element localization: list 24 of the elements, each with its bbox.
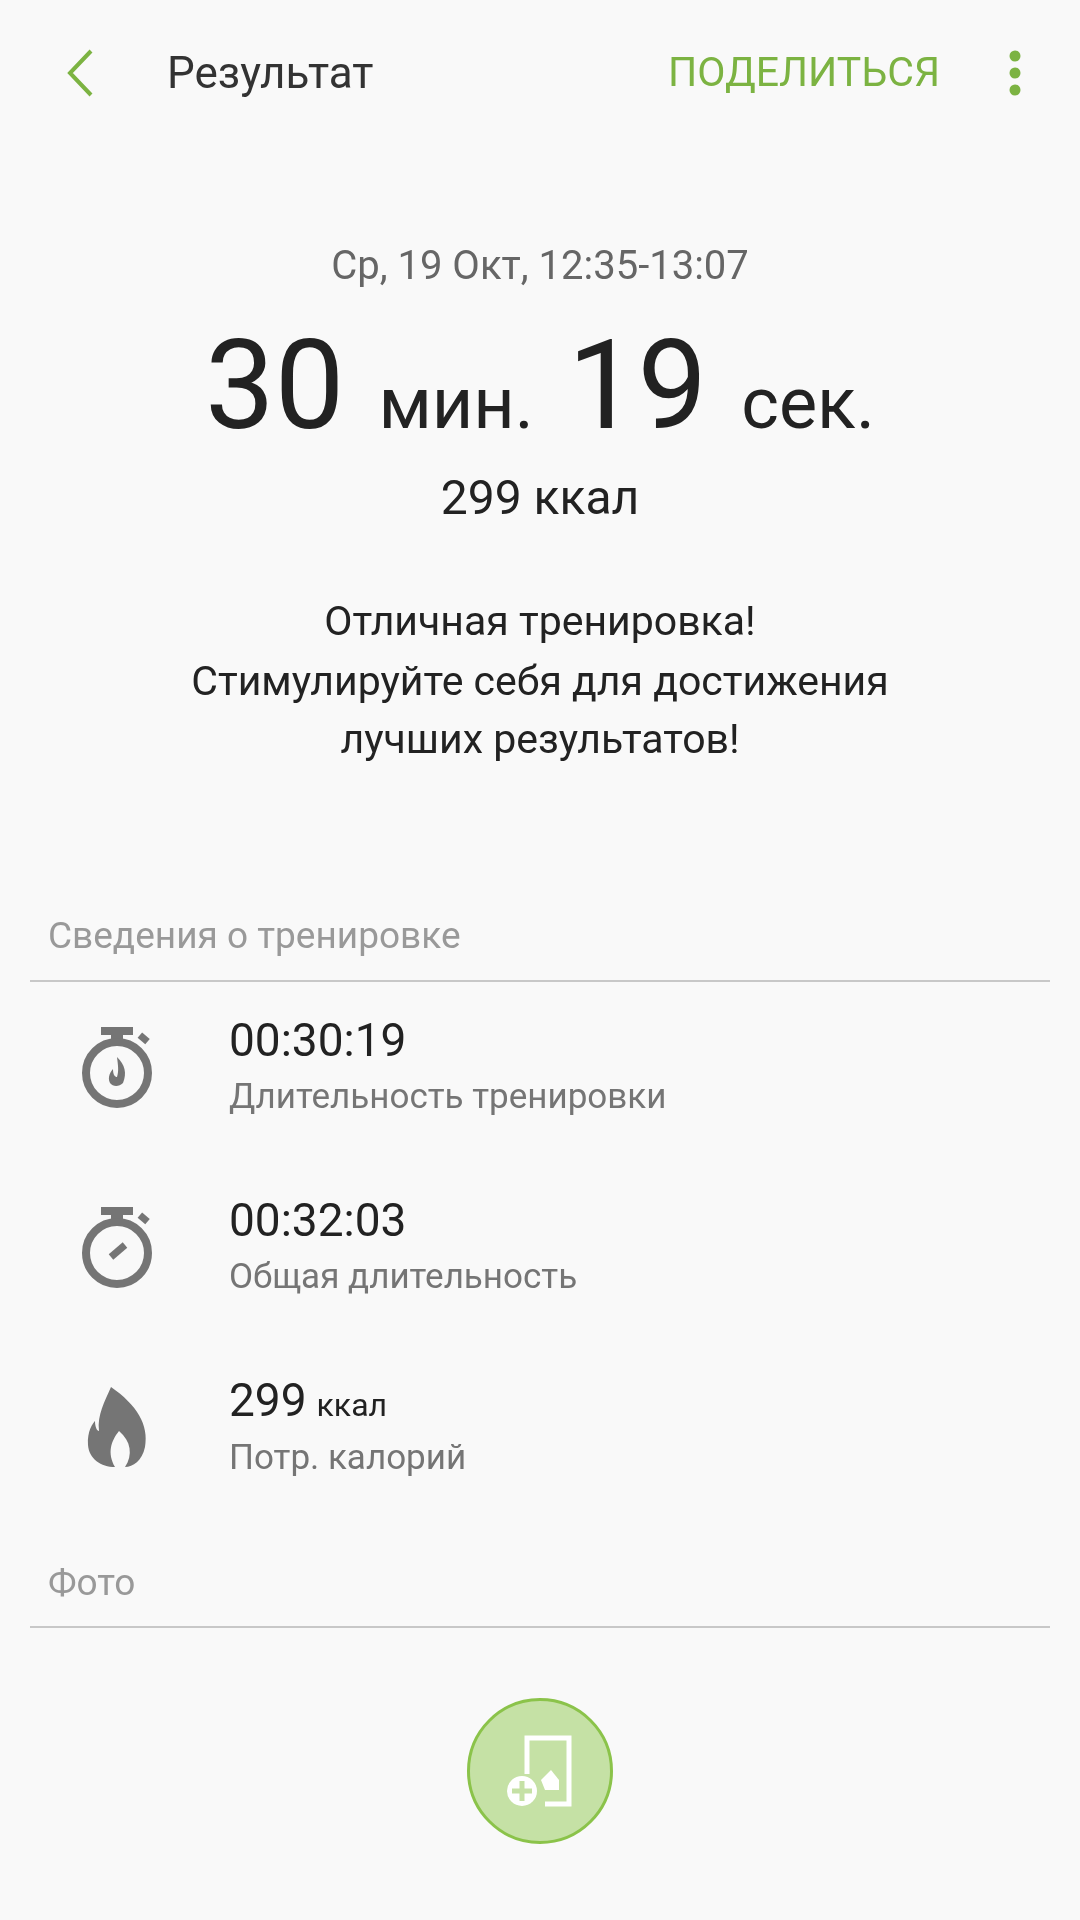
share-button[interactable]: ПОДЕЛИТЬСЯ <box>668 42 940 104</box>
workout-date: Ср, 19 Окт, 12:35-13:07 <box>331 241 749 291</box>
duration-value: 19 <box>567 316 708 456</box>
back-icon <box>65 48 95 98</box>
praise-text: Отличная тренировка! <box>324 596 756 647</box>
stat-label: Общая длительность <box>229 1254 578 1299</box>
stopwatch-icon <box>80 1204 154 1289</box>
stat-value: 299 <box>229 1371 307 1428</box>
stat-value: 00:32:03 <box>229 1191 407 1248</box>
add-photo-icon <box>505 1734 575 1808</box>
section-title: Фото <box>48 1560 136 1604</box>
stat-value: 00:30:19 <box>229 1011 407 1068</box>
more-icon <box>1009 50 1021 96</box>
duration-unit: сек. <box>741 360 875 448</box>
screen-title: Результат <box>167 46 374 101</box>
stat-unit: ккал <box>316 1384 388 1426</box>
stat-label: Потр. калорий <box>229 1435 467 1480</box>
stopwatch-flame-icon <box>80 1024 154 1109</box>
calories-total: 299 ккал <box>440 468 640 528</box>
duration-unit: мин. <box>378 360 534 448</box>
advice-text: Стимулируйте себя для достижения лучших результатов! <box>190 656 890 765</box>
stat-label: Длительность тренировки <box>229 1074 667 1119</box>
section-title: Сведения о тренировке <box>48 914 461 957</box>
duration-value: 30 <box>205 316 345 456</box>
